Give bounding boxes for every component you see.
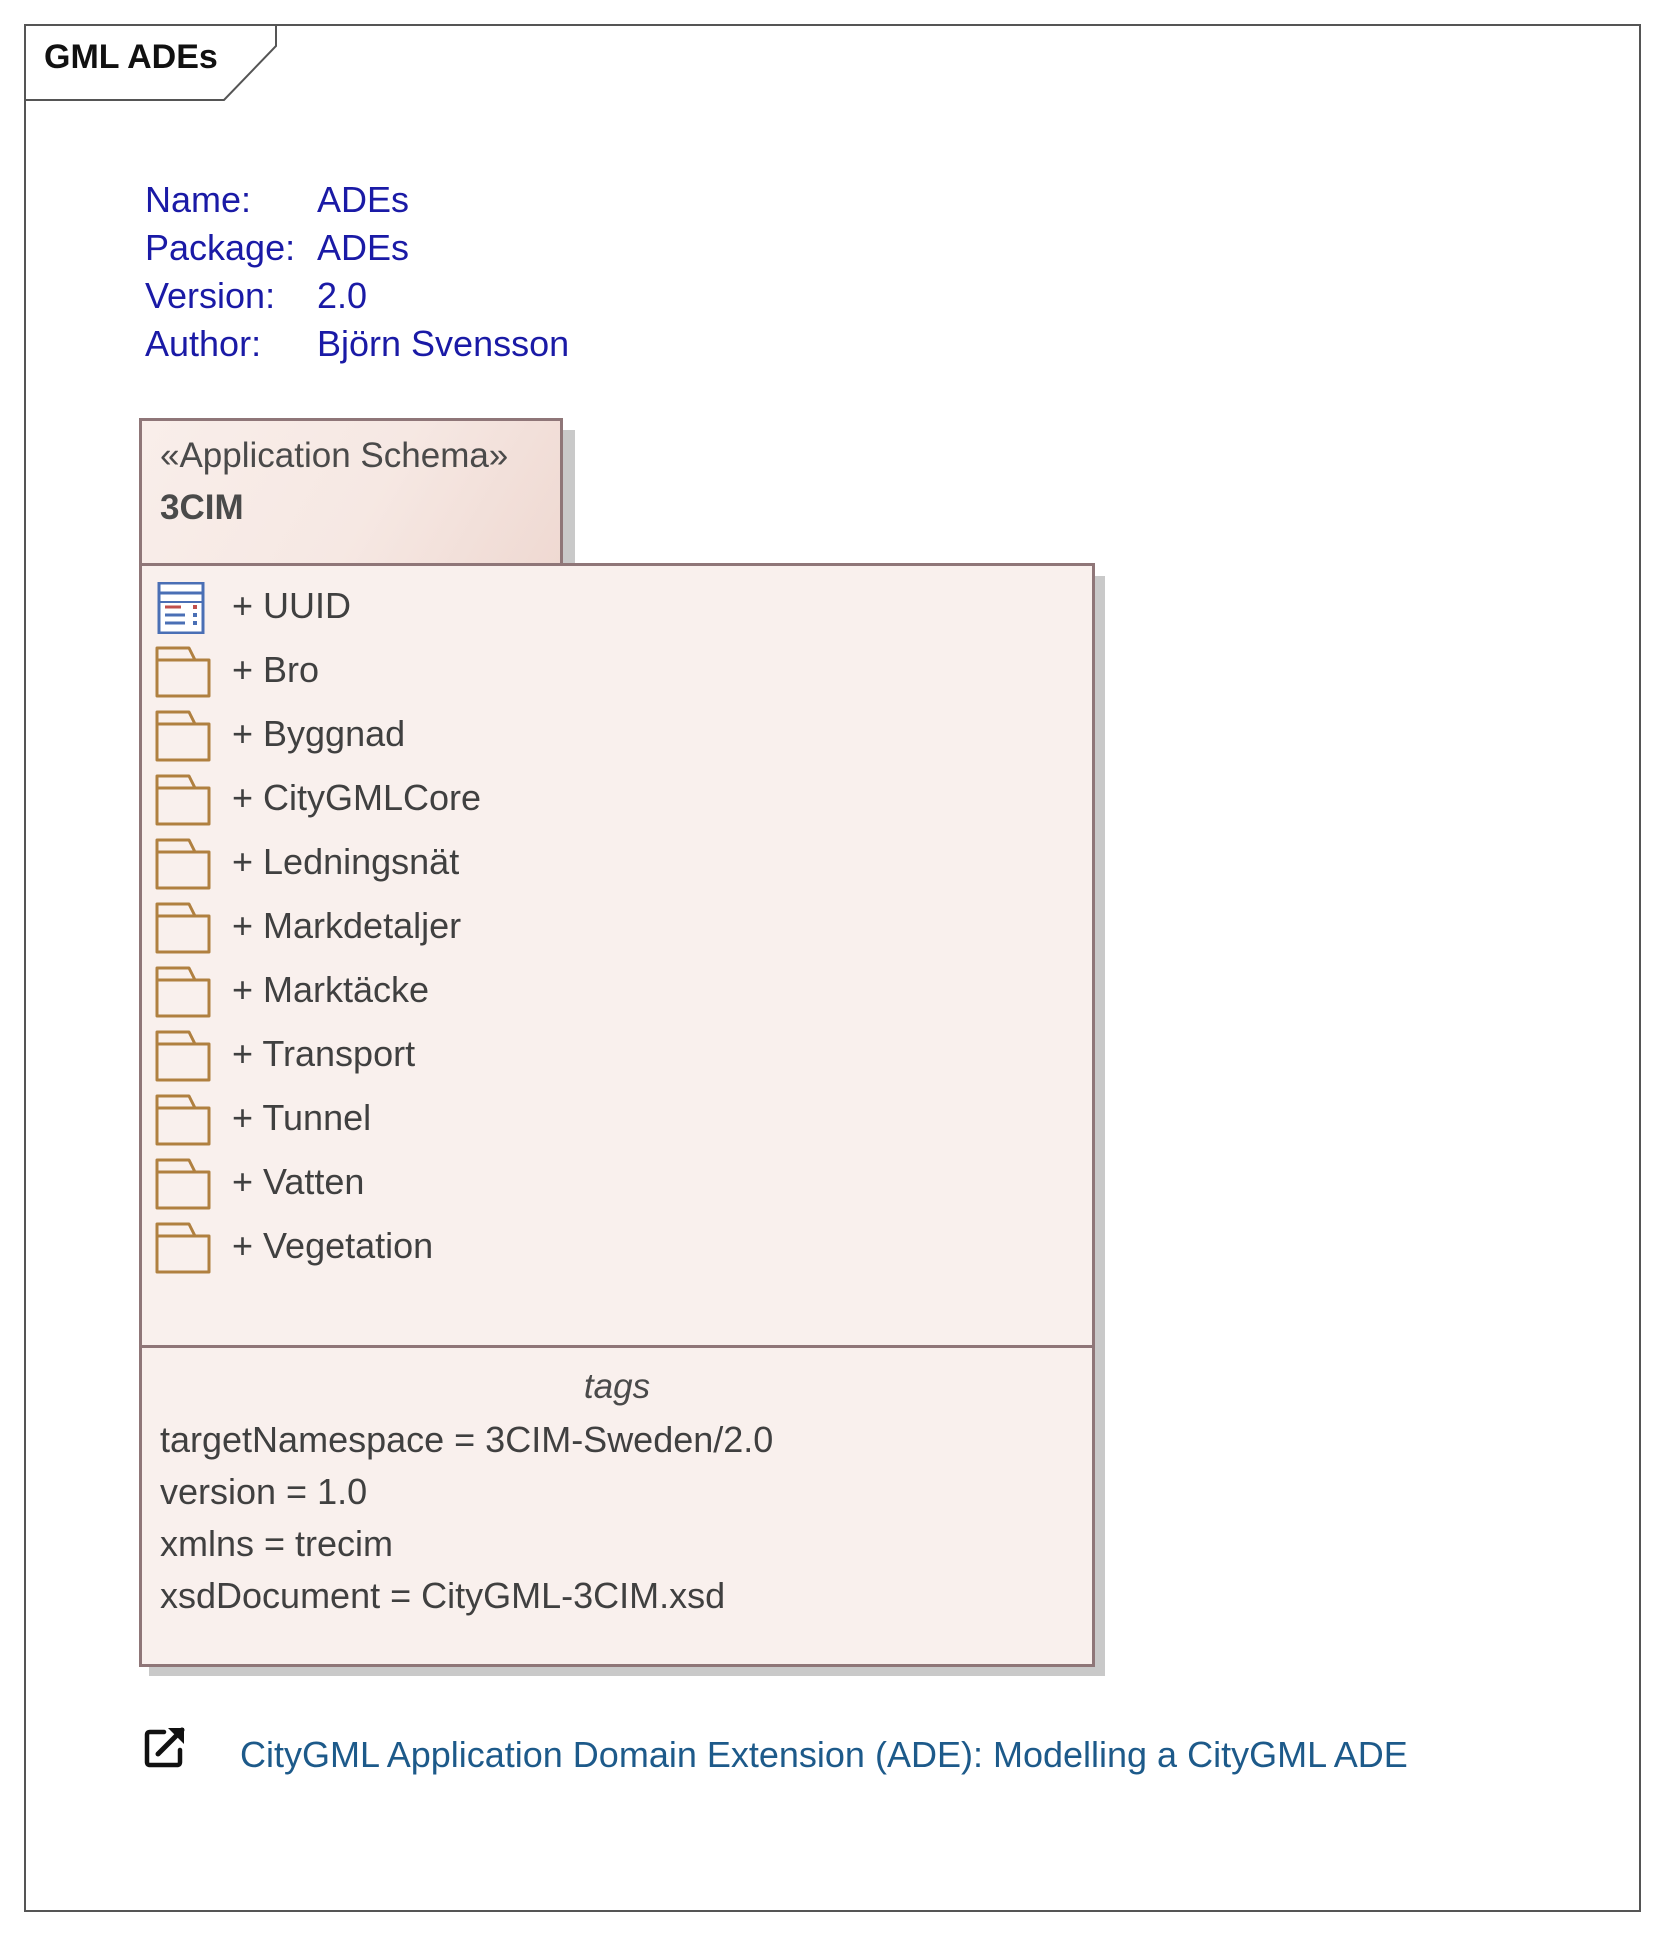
info-label: Package: [145, 227, 296, 268]
info-label: Author: [145, 323, 262, 364]
package-name: 3CIM [160, 488, 244, 527]
info-row-version: Version: 2.0 [145, 272, 569, 320]
frame-title: GML ADEs [44, 38, 218, 76]
package-item-ledningsnat[interactable]: + Ledningsnät [155, 838, 855, 890]
package-item-tunnel[interactable]: + Tunnel [155, 1094, 855, 1146]
info-label: Version: [145, 275, 276, 316]
info-value: ADEs [317, 227, 410, 268]
folder-icon [155, 1158, 211, 1210]
info-row-package: Package: ADEs [145, 224, 569, 272]
folder-icon [155, 1030, 211, 1082]
info-row-name: Name: ADEs [145, 176, 569, 224]
item-label: + Tunnel [232, 1097, 372, 1138]
item-label: + Bro [232, 649, 320, 690]
folder-icon [155, 646, 211, 698]
item-label: + Markdetaljer [232, 905, 462, 946]
package-item-citygmlcore[interactable]: + CityGMLCore [155, 774, 855, 826]
item-label: + Vegetation [232, 1225, 434, 1266]
package-item-bro[interactable]: + Bro [155, 646, 855, 698]
folder-icon [155, 966, 211, 1018]
info-value: Björn Svensson [317, 323, 570, 364]
item-label: + Marktäcke [232, 969, 430, 1010]
tag-value: xsdDocument = CityGML-3CIM.xsd [160, 1575, 726, 1616]
folder-icon [155, 838, 211, 890]
package-stereotype: «Application Schema» [160, 436, 509, 475]
info-label: Name: [145, 179, 252, 220]
package-item-byggnad[interactable]: + Byggnad [155, 710, 855, 762]
item-label: + UUID [232, 585, 352, 626]
folder-icon [155, 710, 211, 762]
tag-value: targetNamespace = 3CIM-Sweden/2.0 [160, 1419, 774, 1460]
package-item-markdetaljer[interactable]: + Markdetaljer [155, 902, 855, 954]
package-item-marktacke[interactable]: + Marktäcke [155, 966, 855, 1018]
diagram-info: Name: ADEs Package: ADEs Version: 2.0 Autho… [145, 176, 569, 368]
reference-link[interactable]: CityGML Application Domain Extension (AD… [240, 1734, 1408, 1776]
class-icon [157, 582, 205, 634]
package-item-vatten[interactable]: + Vatten [155, 1158, 855, 1210]
package-item-vegetation[interactable]: + Vegetation [155, 1222, 855, 1274]
folder-icon [155, 1094, 211, 1146]
folder-icon [155, 774, 211, 826]
item-label: + Ledningsnät [232, 841, 460, 882]
tag-value: version = 1.0 [160, 1471, 368, 1512]
external-link-icon[interactable] [144, 1724, 188, 1768]
item-label: + Byggnad [232, 713, 406, 754]
tags-title: tags [583, 1367, 651, 1406]
compartment-divider [139, 1345, 1095, 1348]
item-label: + Vatten [232, 1161, 365, 1202]
info-row-author: Author: Björn Svensson [145, 320, 569, 368]
folder-icon [155, 1222, 211, 1274]
folder-icon [155, 902, 211, 954]
info-value: 2.0 [317, 275, 368, 316]
package-item-transport[interactable]: + Transport [155, 1030, 855, 1082]
item-label: + Transport [232, 1033, 416, 1074]
tag-value: xmlns = trecim [160, 1523, 394, 1564]
item-label: + CityGMLCore [232, 777, 482, 818]
package-item-uuid[interactable]: + UUID [155, 582, 855, 634]
info-value: ADEs [317, 179, 410, 220]
